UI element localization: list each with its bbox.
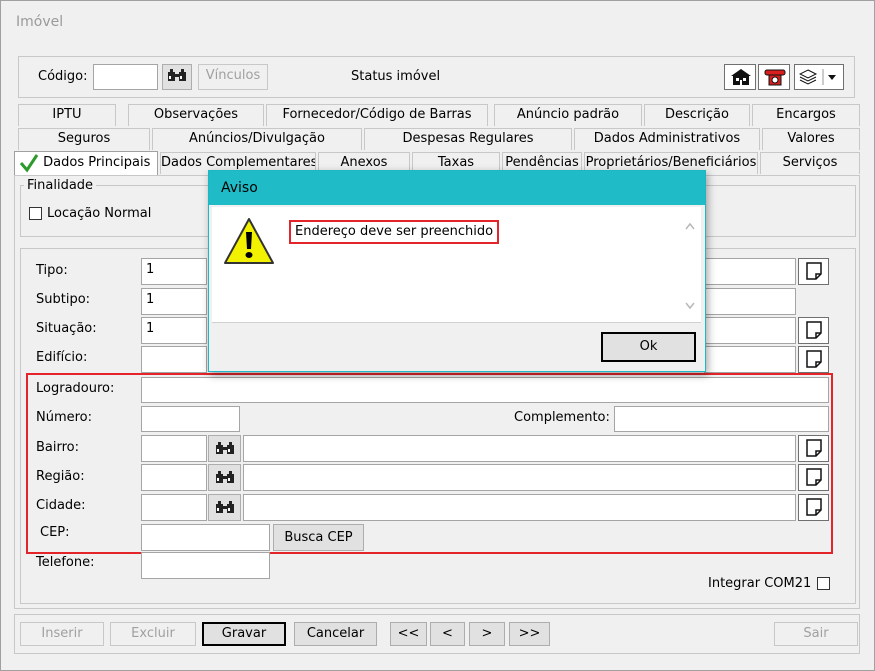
codigo-search-button[interactable] — [162, 64, 192, 90]
codigo-label: Código: — [38, 69, 88, 84]
window-titlebar: Imóvel — [2, 2, 873, 38]
document-icon — [806, 262, 822, 280]
aviso-dialog: Aviso Endereço deve ser preenchido Ok — [208, 170, 706, 372]
dialog-ok-button[interactable]: Ok — [601, 332, 696, 362]
telefone-label: Telefone: — [36, 555, 95, 570]
checkmark-icon — [19, 153, 39, 172]
last-record-button[interactable]: >> — [509, 622, 550, 646]
telephone-icon — [764, 69, 786, 86]
subtipo-code-input[interactable]: 1 — [141, 288, 207, 315]
tipo-description-input[interactable] — [704, 258, 796, 285]
first-record-button[interactable]: << — [390, 622, 427, 646]
vinculos-button[interactable]: Vínculos — [198, 64, 268, 90]
dialog-title: Aviso — [221, 180, 258, 196]
inserir-button[interactable]: Inserir — [20, 622, 104, 646]
tab-anuncios-divulgacao[interactable]: Anúncios/Divulgação — [152, 128, 362, 150]
address-highlight-box — [26, 373, 833, 554]
tipo-code-input[interactable]: 1 — [141, 258, 207, 285]
house-icon — [731, 69, 751, 85]
integrar-com21-label: Integrar COM21 — [708, 576, 812, 591]
tab-despesas-regulares[interactable]: Despesas Regulares — [364, 128, 572, 150]
tab-descricao[interactable]: Descrição — [644, 104, 750, 126]
tab-seguros[interactable]: Seguros — [18, 128, 150, 150]
excluir-button[interactable]: Excluir — [110, 622, 196, 646]
situacao-lookup-button[interactable] — [798, 317, 829, 344]
cancelar-button[interactable]: Cancelar — [294, 622, 377, 646]
status-imovel-label: Status imóvel — [351, 69, 441, 84]
document-icon — [806, 321, 822, 339]
previous-record-button[interactable]: < — [430, 622, 465, 646]
tab-valores[interactable]: Valores — [762, 128, 860, 150]
scroll-up-icon — [685, 222, 695, 230]
imovel-status-house-button[interactable] — [724, 64, 756, 90]
binoculars-icon — [168, 69, 186, 81]
dialog-message-area: Endereço deve ser preenchido — [212, 207, 701, 323]
window-title: Imóvel — [16, 14, 64, 30]
telefone-input[interactable] — [141, 552, 270, 579]
tab-dados-principais[interactable]: Dados Principais — [14, 151, 158, 177]
layers-icon — [799, 69, 836, 85]
tipo-lookup-button[interactable] — [798, 258, 829, 285]
next-record-button[interactable]: > — [469, 622, 505, 646]
tab-anuncio-padrao[interactable]: Anúncio padrão — [494, 104, 642, 126]
codigo-input[interactable] — [93, 64, 158, 90]
integrar-com21-checkbox[interactable] — [817, 577, 830, 590]
subtipo-label: Subtipo: — [36, 292, 91, 307]
tab-observacoes[interactable]: Observações — [128, 104, 264, 126]
dialog-message: Endereço deve ser preenchido — [295, 224, 494, 239]
telephone-button[interactable] — [758, 64, 790, 90]
gravar-button[interactable]: Gravar — [202, 622, 286, 646]
subtipo-description-input[interactable] — [704, 288, 796, 315]
locacao-normal-checkbox[interactable] — [29, 207, 42, 220]
tab-dados-administrativos[interactable]: Dados Administrativos — [574, 128, 760, 150]
situacao-code-input[interactable]: 1 — [141, 317, 207, 344]
edificio-code-input[interactable] — [141, 346, 207, 373]
tipo-label: Tipo: — [36, 263, 68, 278]
tab-dados-principais-label: Dados Principais — [43, 155, 151, 170]
document-icon — [806, 350, 822, 368]
dialog-scrollbar[interactable] — [683, 221, 697, 311]
tab-servicos[interactable]: Serviços — [760, 152, 860, 174]
dialog-titlebar: Aviso — [209, 171, 705, 205]
situacao-label: Situação: — [36, 321, 97, 336]
warning-icon — [224, 218, 274, 264]
scroll-down-icon — [685, 302, 695, 310]
tab-iptu[interactable]: IPTU — [18, 104, 116, 126]
tab-fornecedor[interactable]: Fornecedor/Código de Barras — [266, 104, 488, 126]
edificio-description-input[interactable] — [704, 346, 796, 373]
locacao-normal-label: Locação Normal — [47, 206, 152, 221]
situacao-description-input[interactable] — [704, 317, 796, 344]
finalidade-title: Finalidade — [24, 178, 97, 193]
dialog-message-box: Endereço deve ser preenchido — [289, 220, 500, 244]
sair-button[interactable]: Sair — [774, 622, 858, 646]
tab-encargos[interactable]: Encargos — [752, 104, 860, 126]
layers-dropdown-button[interactable] — [794, 64, 844, 90]
edificio-label: Edifício: — [36, 350, 88, 365]
edificio-lookup-button[interactable] — [798, 346, 829, 373]
